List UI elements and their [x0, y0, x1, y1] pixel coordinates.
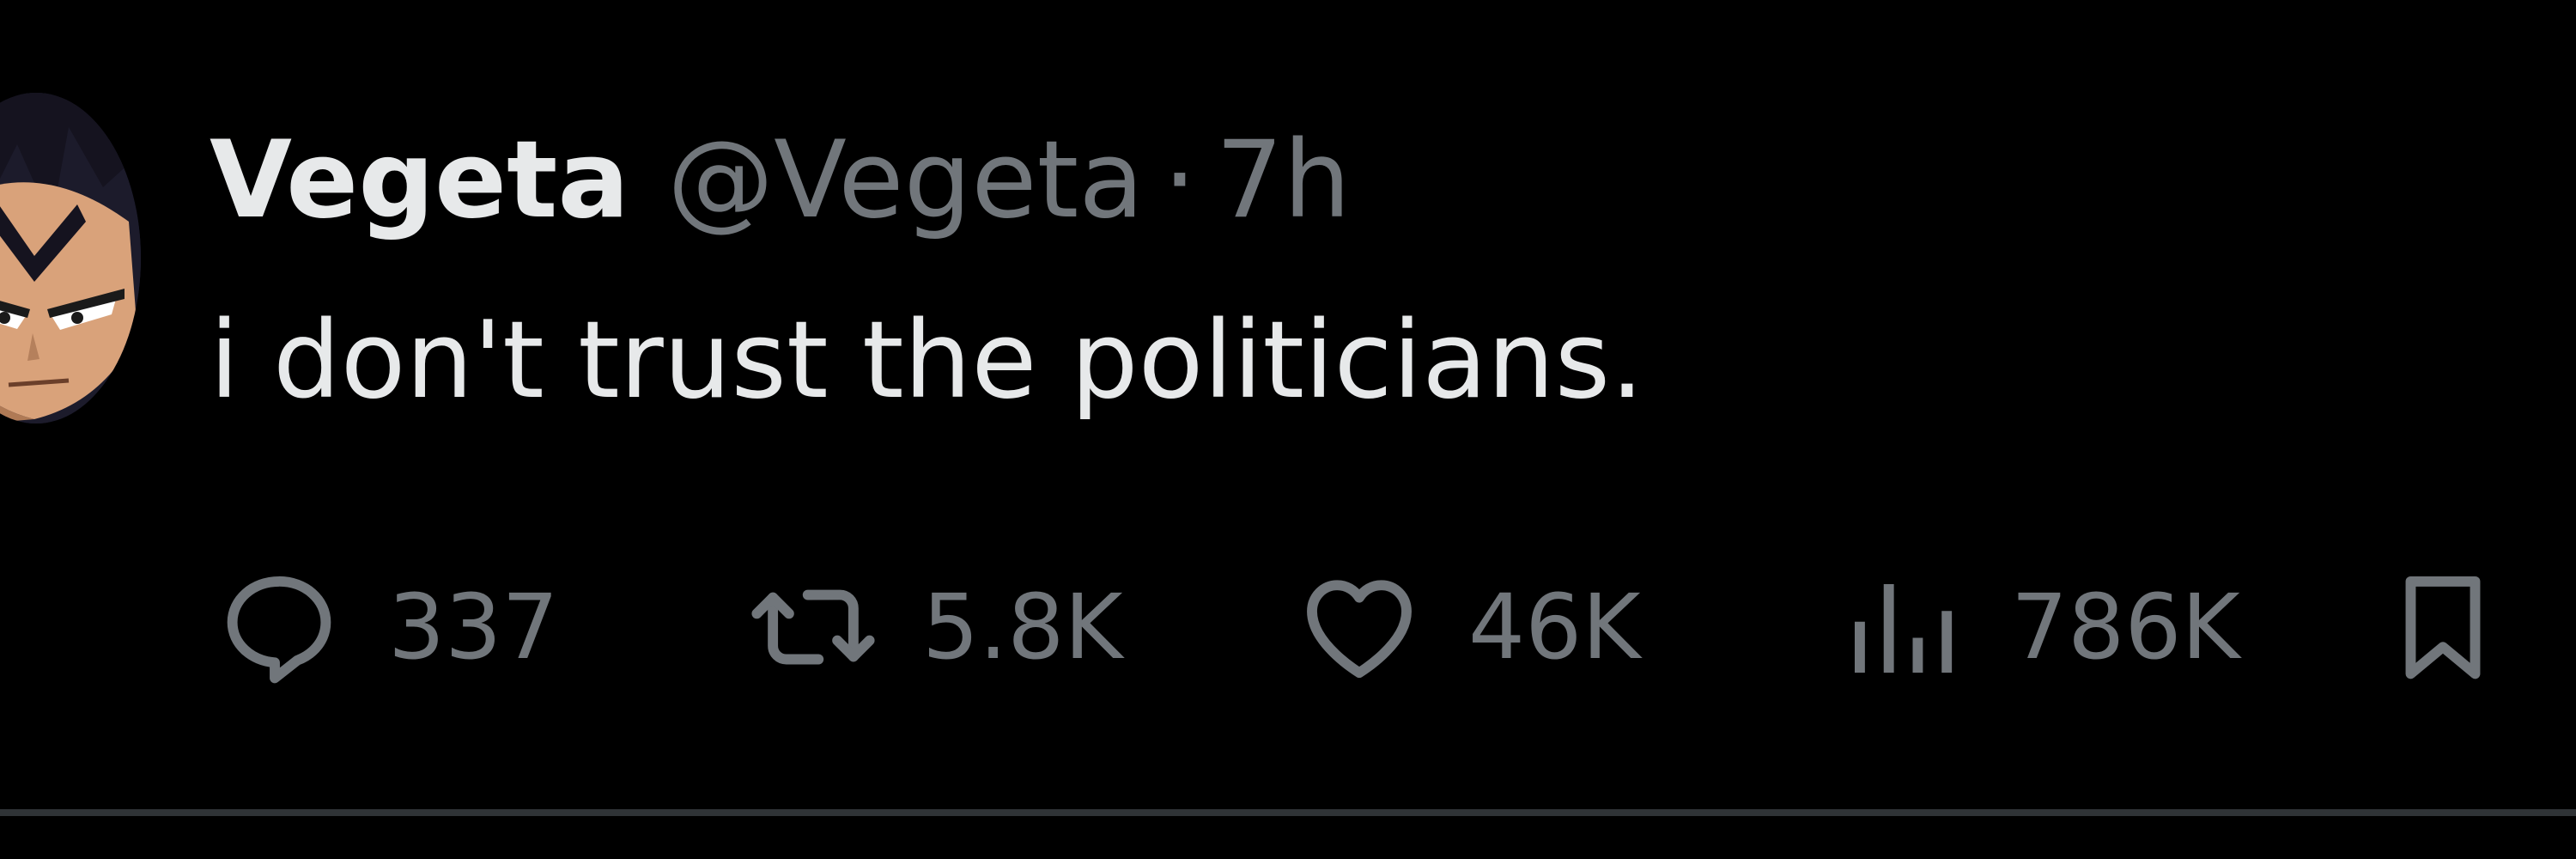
divider	[0, 809, 2576, 816]
views-count: 786K	[2011, 575, 2240, 679]
tweet-text: i don't trust the politicians.	[210, 299, 1644, 423]
heart-icon	[1307, 580, 1412, 679]
repost-button[interactable]: 5.8K	[749, 550, 1123, 704]
separator-dot: ·	[1163, 119, 1197, 242]
tweet-card[interactable]: Vegeta @Vegeta · 7h i don't trust the po…	[0, 0, 2576, 859]
avatar[interactable]	[0, 93, 141, 423]
user-handle[interactable]: @Vegeta	[667, 120, 1144, 241]
views-button[interactable]: 786K	[1838, 550, 2240, 704]
repost-icon	[751, 589, 875, 665]
tweet-header: Vegeta @Vegeta · 7h	[210, 120, 1351, 241]
timestamp[interactable]: 7h	[1216, 120, 1351, 241]
action-bar: 337 5.8K 46K 786K	[215, 550, 2533, 704]
reply-count: 337	[388, 575, 559, 679]
views-chart-icon	[1855, 584, 1953, 673]
reply-button[interactable]: 337	[215, 550, 559, 704]
like-button[interactable]: 46K	[1295, 550, 1641, 704]
like-count: 46K	[1468, 575, 1641, 679]
repost-count: 5.8K	[922, 575, 1123, 679]
reply-icon	[227, 576, 331, 684]
anime-character-avatar-icon	[0, 93, 141, 423]
bookmark-button[interactable]	[2379, 550, 2507, 704]
display-name[interactable]: Vegeta	[210, 120, 629, 241]
bookmark-icon	[2405, 576, 2481, 679]
